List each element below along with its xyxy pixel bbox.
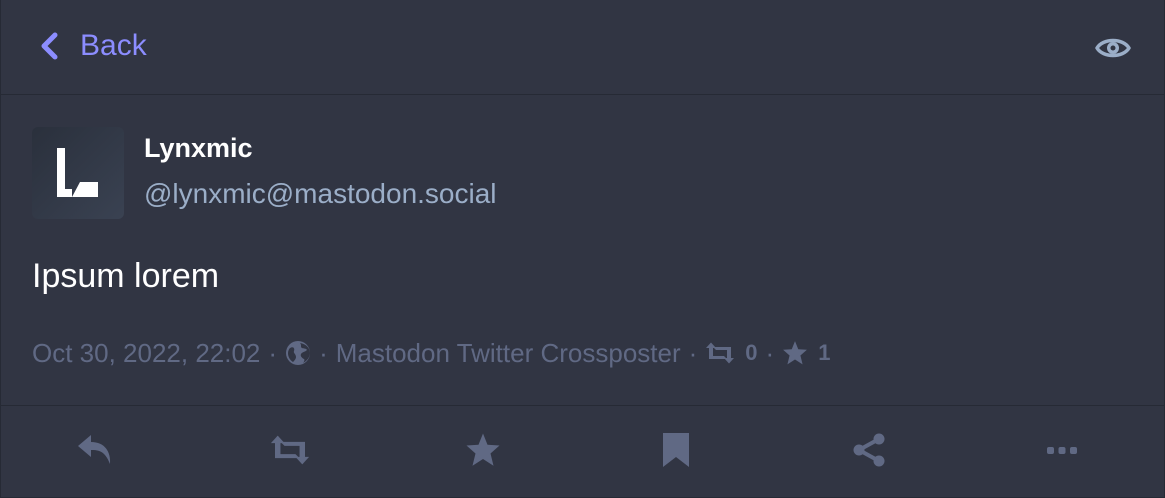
application-link[interactable]: Mastodon Twitter Crossposter bbox=[336, 338, 681, 369]
favourite-button[interactable] bbox=[463, 430, 503, 470]
status-meta: Oct 30, 2022, 22:02 · · Mastodon Twitter… bbox=[32, 336, 830, 370]
display-name[interactable]: Lynxmic bbox=[144, 133, 253, 164]
eye-icon[interactable] bbox=[1095, 33, 1131, 63]
share-button[interactable] bbox=[849, 430, 889, 470]
favourites-count: 1 bbox=[818, 340, 831, 365]
reblogs-link[interactable]: 0 bbox=[705, 340, 758, 366]
timestamp-link[interactable]: Oct 30, 2022, 22:02 bbox=[32, 338, 260, 369]
globe-icon bbox=[285, 340, 311, 366]
back-label: Back bbox=[80, 29, 147, 62]
column-header: Back bbox=[1, 0, 1164, 95]
retweet-icon bbox=[706, 342, 735, 364]
status-detail: Back Lynxmic @lynxmic@mastodon.social Ip… bbox=[0, 0, 1165, 498]
logo-icon bbox=[57, 148, 98, 197]
favourites-link[interactable]: 1 bbox=[782, 340, 830, 366]
separator: · bbox=[268, 337, 278, 368]
reply-icon bbox=[78, 435, 111, 464]
retweet-icon bbox=[270, 435, 310, 465]
action-bar bbox=[1, 405, 1164, 498]
avatar[interactable] bbox=[32, 127, 124, 219]
status-content: Ipsum lorem bbox=[32, 257, 220, 295]
reply-button[interactable] bbox=[76, 430, 116, 470]
ellipsis-icon bbox=[1047, 447, 1077, 454]
more-button[interactable] bbox=[1042, 430, 1082, 470]
boost-button[interactable] bbox=[269, 430, 311, 470]
reblogs-count: 0 bbox=[745, 340, 758, 365]
separator: · bbox=[319, 337, 328, 368]
separator: · bbox=[688, 337, 698, 368]
separator: · bbox=[765, 337, 775, 368]
back-button[interactable]: Back bbox=[37, 26, 147, 66]
share-icon bbox=[853, 433, 885, 467]
star-icon bbox=[466, 433, 500, 466]
chevron-left-icon bbox=[41, 32, 58, 60]
bookmark-button[interactable] bbox=[656, 430, 696, 470]
bookmark-icon bbox=[663, 433, 689, 467]
account-handle[interactable]: @lynxmic@mastodon.social bbox=[144, 178, 497, 210]
star-icon bbox=[783, 341, 808, 365]
